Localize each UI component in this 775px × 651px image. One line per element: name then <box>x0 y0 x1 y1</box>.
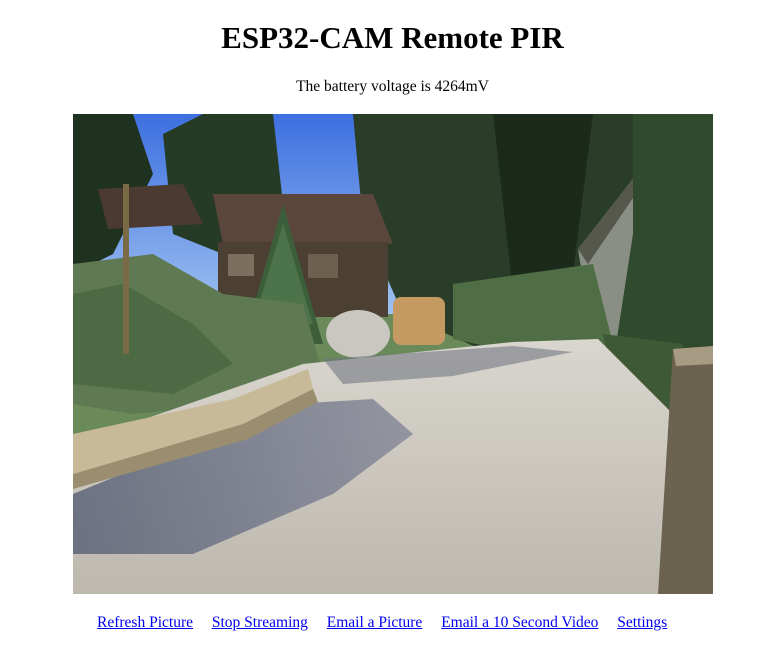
refresh-picture-link[interactable]: Refresh Picture <box>97 614 193 631</box>
email-video-link[interactable]: Email a 10 Second Video <box>441 614 598 631</box>
stop-streaming-link[interactable]: Stop Streaming <box>212 614 308 631</box>
action-links: Refresh Picture Stop Streaming Email a P… <box>97 613 667 633</box>
page: ESP32-CAM Remote PIR The battery voltage… <box>0 0 775 651</box>
battery-voltage-text: The battery voltage is 4264mV <box>296 78 489 95</box>
page-title: ESP32-CAM Remote PIR <box>221 20 564 55</box>
settings-link[interactable]: Settings <box>617 614 667 631</box>
email-picture-link[interactable]: Email a Picture <box>327 614 423 631</box>
camera-snapshot <box>73 114 713 594</box>
camera-snapshot-icon <box>73 114 713 594</box>
